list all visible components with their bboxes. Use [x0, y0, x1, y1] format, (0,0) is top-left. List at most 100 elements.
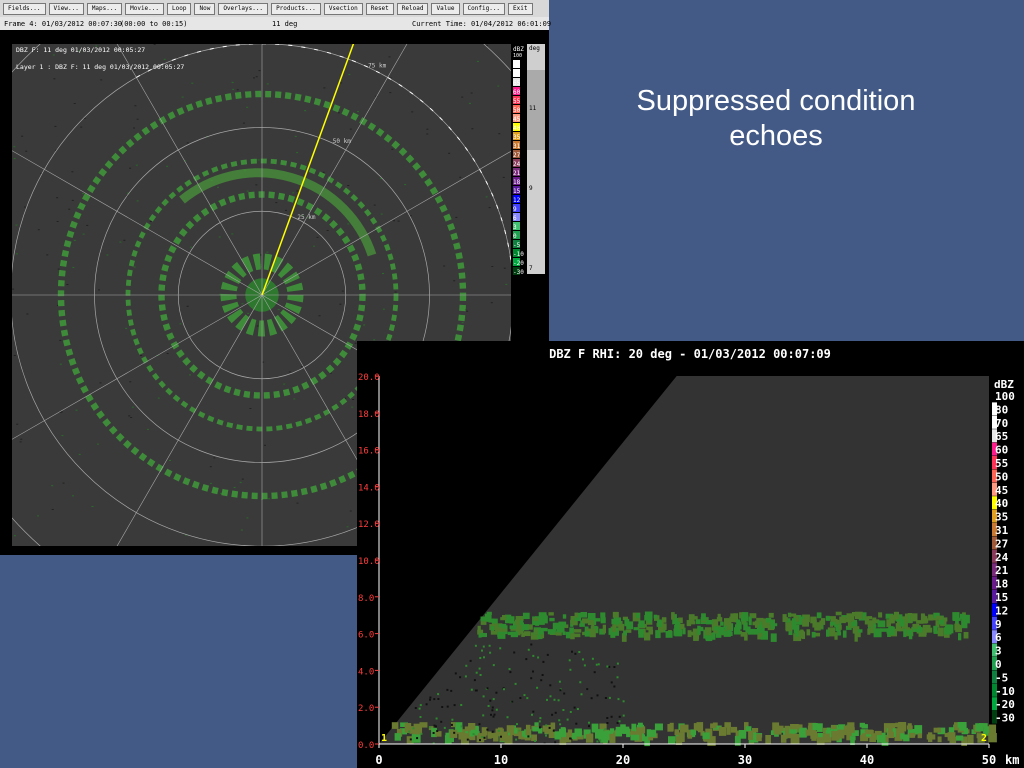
- rhi-speckle: [436, 730, 439, 732]
- noise-speck: [166, 353, 169, 354]
- rhi-y-tick-label: 20.0: [358, 373, 380, 383]
- rhi-speckle: [574, 652, 577, 655]
- colorbar-label: -20: [513, 260, 524, 267]
- noise-speck: [72, 267, 75, 268]
- rhi-speckle: [475, 671, 478, 674]
- x-tick-label: 0: [260, 34, 264, 42]
- noise-speck: [404, 184, 407, 186]
- rhi-speckle: [435, 725, 437, 728]
- y-tick-label: -40: [1, 427, 12, 434]
- rhi-echo-cell: [574, 612, 579, 618]
- rhi-echo-cell: [752, 621, 760, 626]
- noise-speck: [213, 457, 216, 459]
- noise-speck: [191, 82, 194, 84]
- rhi-speckle: [506, 716, 509, 719]
- rhi-echo-cell: [589, 733, 594, 741]
- noise-speck: [135, 164, 138, 166]
- rhi-echo-cell: [816, 723, 823, 732]
- rhi-speckle: [532, 710, 535, 713]
- toolbar-button-reload[interactable]: Reload: [396, 2, 429, 15]
- rhi-colorbar-label: 31: [995, 524, 1009, 537]
- rhi-speckle: [532, 654, 535, 657]
- rhi-speckle: [593, 671, 596, 674]
- rhi-speckle: [412, 727, 415, 730]
- rhi-speckle: [571, 650, 573, 653]
- noise-speck: [296, 502, 299, 504]
- rhi-speckle: [460, 704, 463, 706]
- toolbar-button-value[interactable]: Value: [431, 2, 460, 15]
- x-tick-label: 60: [459, 34, 467, 42]
- noise-speck: [340, 82, 343, 84]
- toolbar-button-exit[interactable]: Exit: [508, 2, 533, 15]
- noise-speck: [322, 171, 325, 173]
- noise-speck: [347, 185, 350, 186]
- x-axis-unit: km: [1, 35, 9, 42]
- rhi-speckle: [464, 675, 467, 678]
- noise-speck: [318, 315, 321, 317]
- noise-speck: [189, 374, 191, 376]
- toolbar-button-products[interactable]: Products...: [271, 2, 321, 15]
- rhi-echo-cell: [802, 618, 810, 627]
- rhi-echo-cell: [975, 723, 984, 732]
- rhi-speckle: [538, 720, 541, 723]
- noise-speck: [266, 83, 269, 85]
- rhi-echo-cell: [874, 730, 882, 736]
- toolbar-button-loop[interactable]: Loop: [167, 2, 192, 15]
- noise-speck: [129, 381, 132, 383]
- toolbar-button-vsection[interactable]: Vsection: [323, 2, 363, 15]
- rhi-speckle: [552, 729, 555, 732]
- rhi-speckle: [465, 664, 468, 667]
- toolbar-button-reset[interactable]: Reset: [365, 2, 394, 15]
- rhi-echo-cell: [648, 736, 654, 741]
- toolbar-button-movie[interactable]: Movie...: [125, 2, 165, 15]
- toolbar-button-maps[interactable]: Maps...: [86, 2, 123, 15]
- frame-status-bar: Frame 4: 01/03/2012 00:07:30 (00:00 to 0…: [0, 17, 551, 30]
- noise-speck: [80, 126, 83, 128]
- rhi-x-tick-label: 10: [494, 753, 508, 767]
- rhi-x-tick-label: 20: [616, 753, 630, 767]
- toolbar-button-now[interactable]: Now: [194, 2, 216, 15]
- rhi-speckle: [617, 698, 620, 701]
- noise-speck: [357, 111, 359, 113]
- rhi-echo-cell: [468, 723, 476, 730]
- noise-speck: [339, 303, 342, 305]
- toolbar-button-config[interactable]: Config...: [462, 2, 506, 15]
- rhi-speckle: [559, 689, 562, 692]
- rhi-plot[interactable]: DBZ F RHI: 20 deg - 01/03/2012 00:07:09 2…: [357, 341, 1024, 768]
- rhi-speckle: [486, 687, 489, 690]
- rhi-echo-cell: [850, 736, 856, 741]
- colorbar-label: 65: [513, 80, 521, 87]
- noise-speck: [131, 406, 134, 408]
- rhi-speckle: [554, 741, 557, 744]
- rhi-echo-cell: [549, 617, 555, 622]
- rhi-speckle: [530, 643, 533, 646]
- rhi-colorbar-label: -10: [995, 685, 1015, 698]
- toolbar-button-overlays[interactable]: Overlays...: [218, 2, 269, 15]
- rhi-speckle: [420, 732, 423, 735]
- rhi-y-tick-label: 6.0: [358, 631, 374, 641]
- rhi-echo-cell: [548, 612, 554, 616]
- noise-speck: [106, 254, 109, 256]
- rhi-colorbar-label: -20: [995, 698, 1015, 711]
- colorbar-label: 40: [513, 125, 521, 132]
- noise-speck: [96, 443, 99, 445]
- rhi-speckle: [429, 696, 432, 699]
- toolbar-button-view[interactable]: View...: [48, 2, 84, 15]
- rhi-speckle: [616, 676, 619, 679]
- noise-speck: [256, 325, 259, 327]
- rhi-speckle: [511, 700, 514, 703]
- frame-range: (00:00 to 00:15): [120, 20, 188, 28]
- rhi-echo-cell: [935, 616, 944, 620]
- rhi-speckle: [606, 722, 609, 724]
- noise-speck: [66, 284, 69, 285]
- toolbar-button-fields[interactable]: Fields...: [3, 2, 46, 15]
- rhi-echo-cell: [789, 729, 797, 734]
- rhi-echo-cell: [805, 729, 812, 736]
- rhi-echo-cell: [637, 722, 643, 728]
- rhi-speckle: [489, 651, 492, 654]
- noise-speck: [62, 482, 65, 484]
- deg-header: deg: [529, 45, 540, 52]
- rhi-speckle: [450, 723, 453, 726]
- rhi-echo-cell: [521, 624, 529, 631]
- rhi-speckle: [599, 739, 602, 742]
